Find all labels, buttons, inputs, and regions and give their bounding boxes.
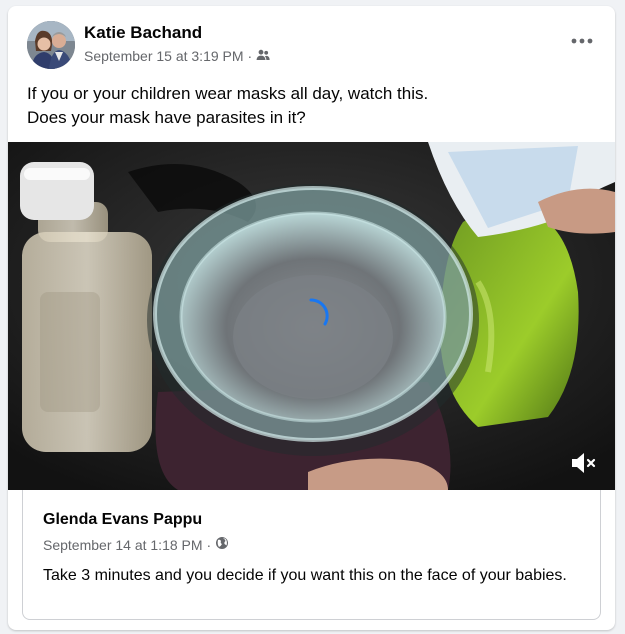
post-timestamp[interactable]: September 15 at 3:19 PM	[84, 48, 244, 64]
globe-icon[interactable]	[215, 536, 229, 553]
shared-post-meta: September 14 at 1:18 PM ·	[43, 536, 229, 553]
shared-post-card[interactable]: Glenda Evans Pappu September 14 at 1:18 …	[22, 490, 601, 620]
author-avatar[interactable]	[27, 21, 75, 69]
post-caption: If you or your children wear masks all d…	[27, 82, 595, 130]
shared-post-text: Take 3 minutes and you decide if you wan…	[43, 567, 567, 584]
feed-post: Katie Bachand September 15 at 3:19 PM ·	[8, 6, 615, 630]
post-meta: September 15 at 3:19 PM ·	[84, 48, 270, 64]
more-options-icon[interactable]	[569, 28, 595, 54]
caption-line: If you or your children wear masks all d…	[27, 84, 429, 103]
meta-separator: ·	[206, 536, 212, 553]
shared-post-timestamp[interactable]: September 14 at 1:18 PM	[43, 537, 203, 553]
shared-post-author-name[interactable]: Glenda Evans Pappu	[43, 511, 202, 529]
meta-separator: ·	[247, 48, 253, 64]
friends-icon[interactable]	[256, 48, 270, 64]
post-author-name[interactable]: Katie Bachand	[84, 23, 202, 43]
video-player[interactable]	[8, 142, 615, 490]
post-header: Katie Bachand September 15 at 3:19 PM ·	[8, 6, 615, 76]
speaker-muted-icon[interactable]	[569, 450, 599, 476]
loading-spinner-icon	[291, 296, 331, 336]
caption-line: Does your mask have parasites in it?	[27, 108, 306, 127]
